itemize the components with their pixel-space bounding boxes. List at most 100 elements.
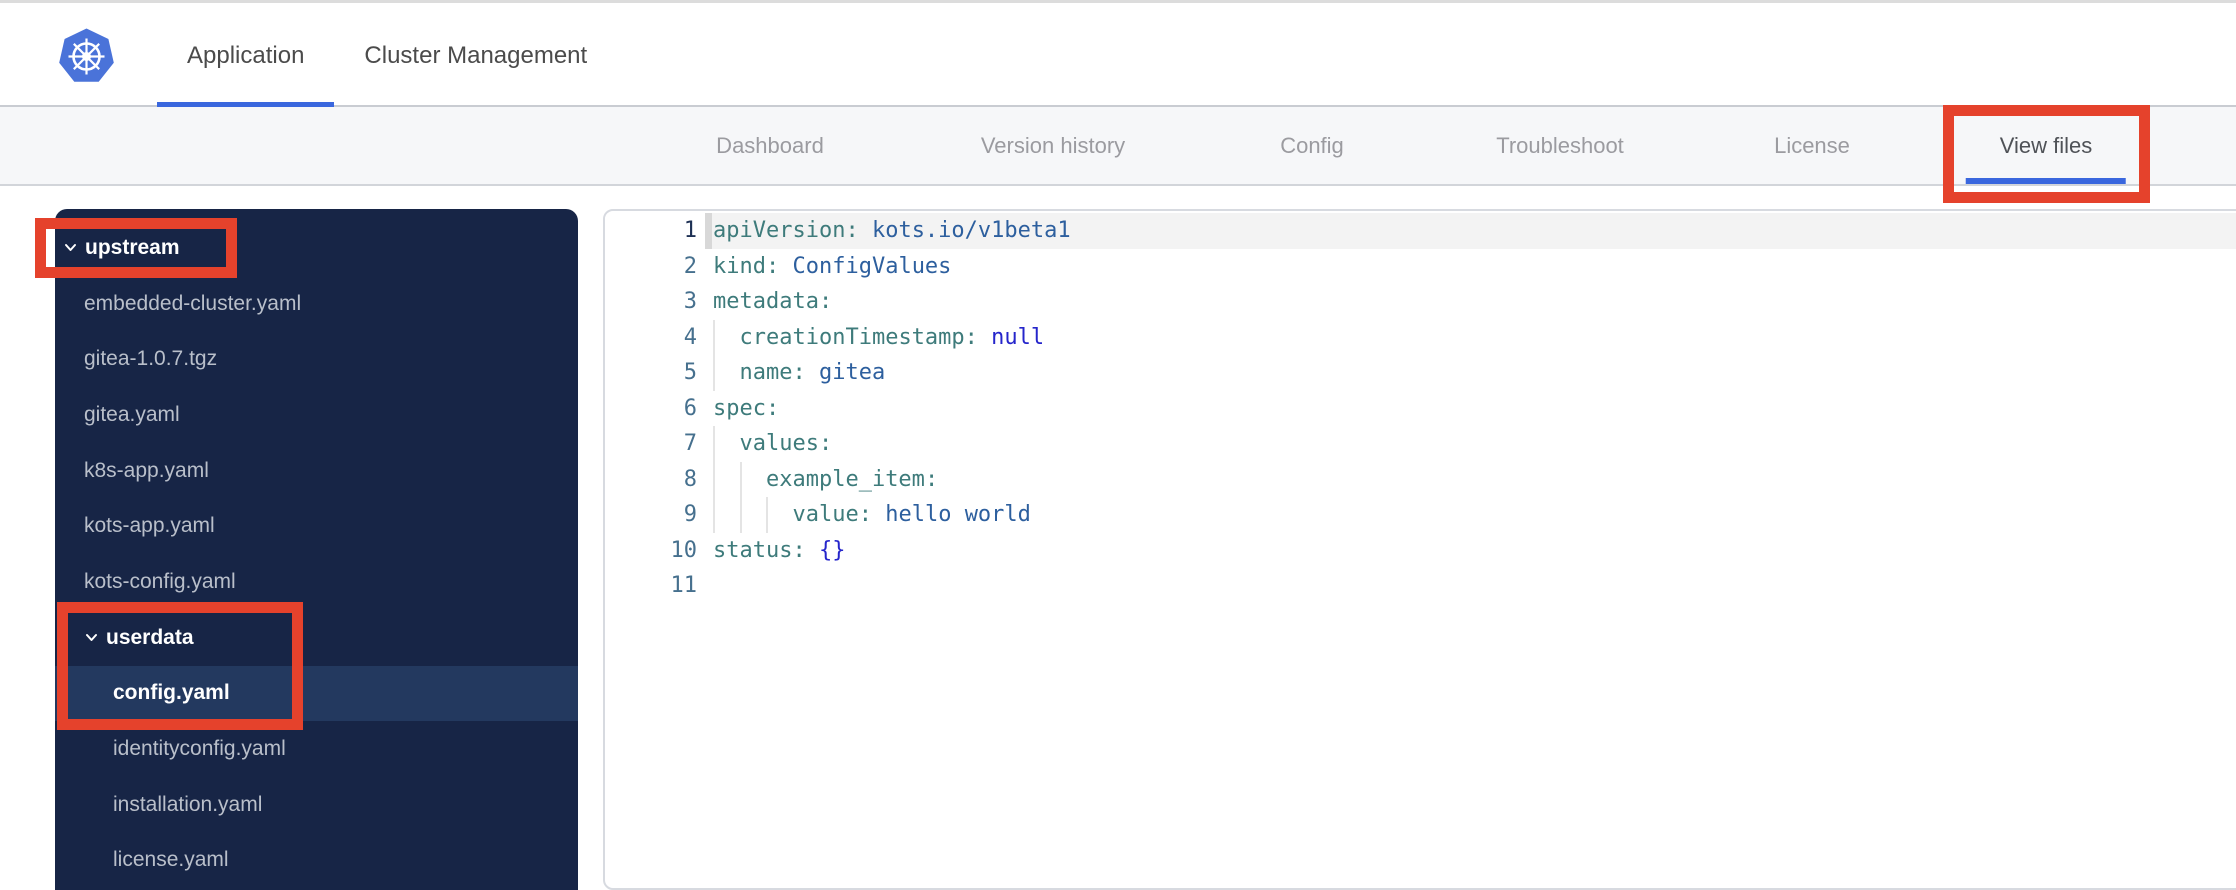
subtab-troubleshoot[interactable]: Troubleshoot xyxy=(1496,107,1624,184)
subtab-label: Config xyxy=(1280,132,1344,158)
code-line-1[interactable]: 1 apiVersion: kots.io/v1beta1 xyxy=(605,213,2236,249)
indent-guide xyxy=(766,497,768,533)
token-str: gitea xyxy=(818,360,886,385)
code-text: kind: ConfigValues xyxy=(705,249,2236,285)
tree-folder-upstream[interactable]: upstream xyxy=(55,220,578,276)
code-text: creationTimestamp: null xyxy=(705,319,2236,355)
token-punc: : xyxy=(818,431,833,456)
token-punc: : xyxy=(845,218,872,243)
tree-file-gitea-1-0-7-tgz[interactable]: gitea-1.0.7.tgz xyxy=(55,331,578,387)
tree-file-config-yaml[interactable]: config.yaml xyxy=(55,665,578,722)
code-text: name: gitea xyxy=(705,355,2236,391)
token-str: ConfigValues xyxy=(792,253,952,279)
token-str: kots.io/v1beta1 xyxy=(871,218,1071,243)
token-key: example_item xyxy=(765,466,925,492)
line-number: 9 xyxy=(605,497,705,533)
line-number: 7 xyxy=(605,426,705,462)
code-text: example_item: xyxy=(705,461,2236,497)
token-punc: : xyxy=(765,253,793,279)
indent-guide xyxy=(713,319,715,355)
line-number: 2 xyxy=(605,248,705,284)
indent-guide xyxy=(713,426,715,462)
token-const: null xyxy=(991,324,1045,350)
line-number: 4 xyxy=(605,319,705,355)
token-key: kind xyxy=(713,253,766,279)
token-key: metadata xyxy=(713,289,819,314)
tree-file-embedded-cluster-yaml[interactable]: embedded-cluster.yaml xyxy=(55,276,578,332)
line-number: 8 xyxy=(605,461,705,497)
subtab-license[interactable]: License xyxy=(1774,107,1850,184)
chevron-down-icon xyxy=(86,634,97,642)
indent-guide xyxy=(713,355,715,391)
file-label: gitea-1.0.7.tgz xyxy=(84,347,218,371)
tree-file-identityconfig-yaml[interactable]: identityconfig.yaml xyxy=(55,721,578,777)
tree-file-kots-config-yaml[interactable]: kots-config.yaml xyxy=(55,554,578,610)
code-text: spec: xyxy=(705,391,2236,427)
code-line-11[interactable]: 11 xyxy=(605,568,2236,604)
active-subtab-underline xyxy=(1966,178,2126,184)
file-label: gitea.yaml xyxy=(84,402,180,426)
folder-label: userdata xyxy=(106,625,194,649)
token-punc: : xyxy=(858,502,886,527)
code-line-2[interactable]: 2 kind: ConfigValues xyxy=(605,248,2236,285)
subtab-version-history[interactable]: Version history xyxy=(981,107,1125,184)
file-label: embedded-cluster.yaml xyxy=(84,291,302,315)
token-key: spec xyxy=(713,395,766,421)
file-label: identityconfig.yaml xyxy=(113,737,286,761)
code-text: apiVersion: kots.io/v1beta1 xyxy=(705,213,2236,249)
tab-application-label: Application xyxy=(187,41,305,69)
subtab-view-files[interactable]: View files xyxy=(1966,107,2126,184)
token-punc: : xyxy=(924,466,939,492)
token-key: creationTimestamp xyxy=(739,324,965,350)
code-text: value: hello world xyxy=(705,497,2236,533)
indent-guide xyxy=(739,461,742,497)
tab-cluster-management[interactable]: Cluster Management xyxy=(334,3,617,108)
subtab-label: Troubleshoot xyxy=(1496,132,1624,158)
indent-guide xyxy=(713,461,715,497)
subtab-label: Dashboard xyxy=(716,132,824,158)
code-line-7[interactable]: 7 values: xyxy=(605,426,2236,462)
indent-guide xyxy=(713,497,715,533)
token-key: status xyxy=(713,537,793,563)
code-line-8[interactable]: 8 example_item: xyxy=(605,461,2236,497)
app-sub-nav: Dashboard Version history Config Troublesho… xyxy=(0,107,2236,186)
subtab-label: Version history xyxy=(980,132,1126,158)
yaml-code-editor[interactable]: 1 apiVersion: kots.io/v1beta1 2 kind: Confi… xyxy=(603,209,2236,890)
chevron-down-icon xyxy=(65,244,76,252)
folder-label: upstream xyxy=(85,235,180,259)
subtab-label: License xyxy=(1774,132,1850,158)
tab-application[interactable]: Application xyxy=(157,3,335,108)
file-label: config.yaml xyxy=(113,681,230,705)
tree-file-kots-app-yaml[interactable]: kots-app.yaml xyxy=(55,498,578,554)
token-punc: : xyxy=(792,360,819,385)
code-line-6[interactable]: 6 spec: xyxy=(605,390,2236,427)
token-key: value xyxy=(792,502,859,527)
code-line-5[interactable]: 5 name: gitea xyxy=(605,355,2236,391)
line-number: 11 xyxy=(605,568,705,604)
subtab-dashboard[interactable]: Dashboard xyxy=(716,107,824,184)
subtab-config[interactable]: Config xyxy=(1280,107,1344,184)
tree-file-k8s-app-yaml[interactable]: k8s-app.yaml xyxy=(55,443,578,499)
tree-folder-userdata[interactable]: userdata xyxy=(55,610,578,666)
file-tree-sidebar: upstream embedded-cluster.yaml gitea-1.0.7… xyxy=(55,209,578,890)
tree-file-license-yaml[interactable]: license.yaml xyxy=(55,833,578,889)
file-label: k8s-app.yaml xyxy=(84,458,209,482)
indent-guide xyxy=(739,497,742,533)
token-punc: : xyxy=(964,324,992,350)
code-line-10[interactable]: 10 status: {} xyxy=(605,532,2236,568)
kots-admin-console: Application Cluster Management Dashboard… xyxy=(0,0,2236,890)
token-const: {} xyxy=(818,537,846,563)
code-text: values: xyxy=(705,426,2236,462)
kubernetes-logo-icon xyxy=(59,28,114,82)
tree-file-installation-yaml[interactable]: installation.yaml xyxy=(55,777,578,833)
line-number: 3 xyxy=(605,284,705,320)
tree-file-gitea-yaml[interactable]: gitea.yaml xyxy=(55,387,578,443)
top-bar: Application Cluster Management xyxy=(0,0,2236,108)
code-line-4[interactable]: 4 creationTimestamp: null xyxy=(605,319,2236,355)
code-line-9[interactable]: 9 value: hello world xyxy=(605,497,2236,533)
subtab-label: View files xyxy=(1999,132,2093,158)
token-punc: : xyxy=(765,395,780,421)
code-line-3[interactable]: 3 metadata: xyxy=(605,284,2236,320)
token-punc: : xyxy=(818,289,833,314)
